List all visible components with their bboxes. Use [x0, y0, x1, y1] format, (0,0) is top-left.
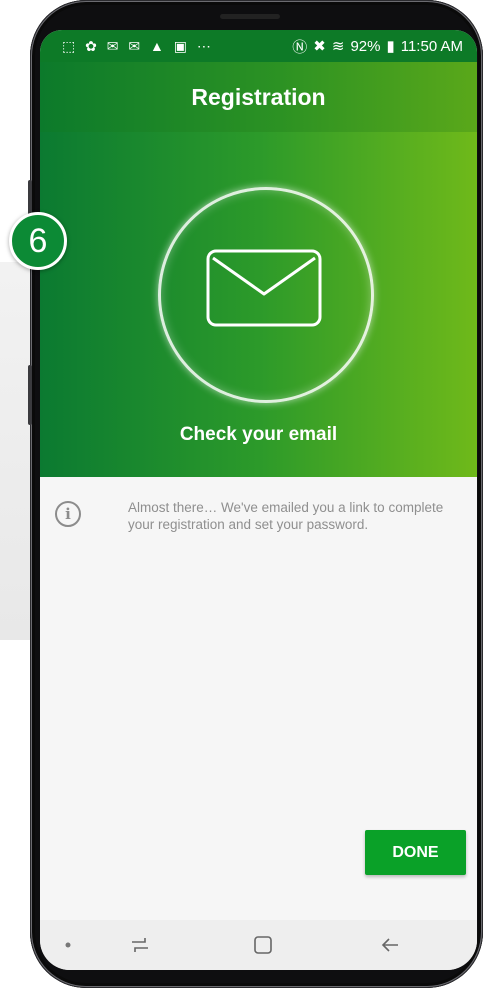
earpiece	[220, 14, 280, 19]
status-bar: ⬚ ✿ ✉ ✉ ▲ ▣ ⋯ Ⓝ ✖ ≋ 92% ▮ 11:50 AM	[40, 30, 477, 62]
status-right: Ⓝ ✖ ≋ 92% ▮ 11:50 AM	[292, 36, 463, 57]
home-icon[interactable]	[243, 920, 283, 970]
clock: 11:50 AM	[400, 37, 463, 55]
page-title: Registration	[191, 83, 326, 110]
app-bar: Registration	[40, 62, 477, 132]
nfc-icon: Ⓝ	[292, 38, 308, 56]
battery-percent: 92%	[350, 37, 381, 55]
recent-apps-icon[interactable]	[120, 920, 160, 970]
bixby-button	[28, 365, 32, 425]
hero-banner: Check your email	[40, 132, 477, 477]
back-icon[interactable]	[370, 920, 410, 970]
step-badge: 6	[9, 212, 67, 270]
battery-icon: ▮	[386, 38, 395, 55]
step-number: 6	[28, 221, 48, 260]
phone-screen: ⬚ ✿ ✉ ✉ ▲ ▣ ⋯ Ⓝ ✖ ≋ 92% ▮ 11:50 AM Regis…	[40, 30, 477, 970]
envelope-icon	[206, 249, 322, 327]
hero-caption: Check your email	[179, 424, 338, 445]
navigation-bar	[40, 920, 477, 970]
wifi-icon: ≋	[331, 38, 345, 55]
info-message: Almost there… We've emailed you a link t…	[128, 500, 444, 532]
mute-icon: ✖	[313, 38, 326, 55]
nav-dot-icon	[58, 920, 78, 970]
notification-icons: ⬚ ✿ ✉ ✉ ▲ ▣ ⋯	[62, 37, 214, 54]
info-icon: i	[55, 501, 81, 527]
done-button[interactable]: DONE	[365, 830, 466, 875]
